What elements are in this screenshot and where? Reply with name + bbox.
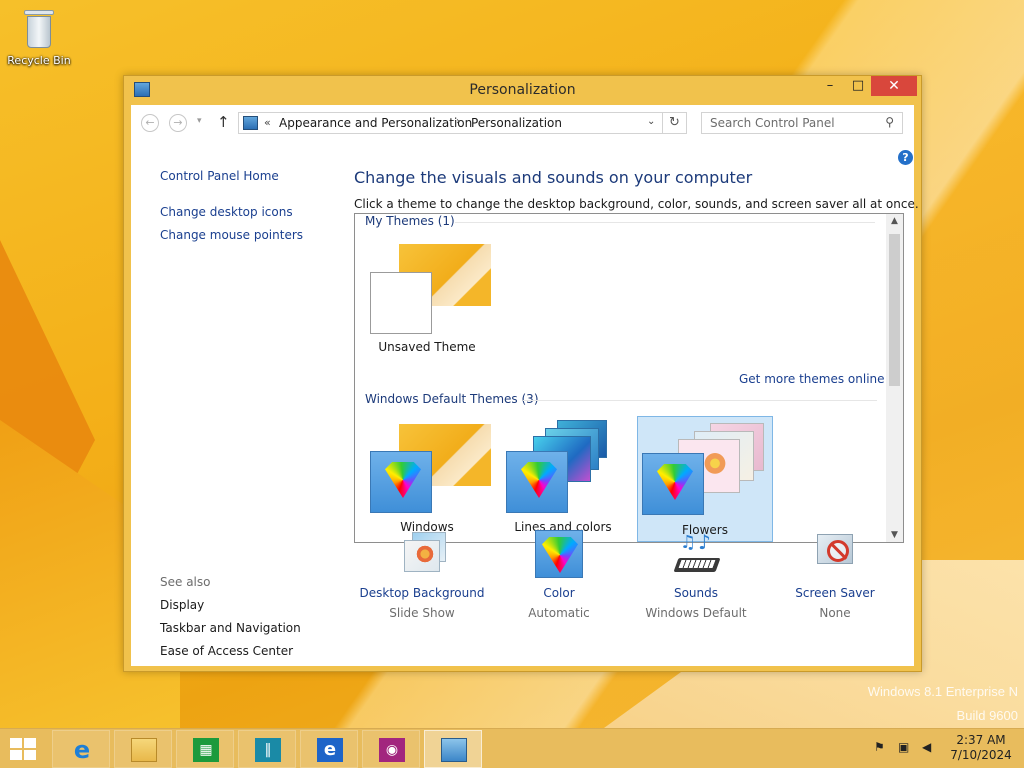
address-overflow-chevron[interactable]: « (264, 116, 271, 129)
network-icon[interactable]: ▣ (898, 740, 909, 754)
sounds-item[interactable]: ♫ ♪ Sounds Windows Default (626, 530, 766, 620)
taskbar-file-explorer[interactable] (114, 730, 172, 768)
taskbar-camera[interactable]: ◉ (362, 730, 420, 768)
screen-saver-label: Screen Saver (795, 586, 875, 600)
action-center-flag-icon[interactable]: ⚑ (874, 740, 885, 754)
recycle-bin[interactable]: Recycle Bin (6, 6, 72, 67)
color-value: Automatic (528, 606, 590, 620)
fork-knife-icon: ‖ (255, 738, 281, 762)
desktop-background-icon (398, 530, 446, 578)
taskbar-internet-explorer[interactable]: e (52, 730, 110, 768)
theme-color-swatch (370, 451, 432, 513)
refresh-button[interactable]: ↻ (663, 112, 687, 134)
see-also-heading: See also (160, 575, 211, 589)
personalization-window: Personalization – □ ✕ ← → ▾ ↑ « Appearan… (123, 75, 922, 672)
address-dropdown-icon[interactable]: ⌄ (647, 116, 655, 127)
sounds-label: Sounds (673, 586, 719, 600)
recent-locations-button[interactable]: ▾ (197, 116, 202, 126)
desktop-background-label: Desktop Background (359, 586, 485, 600)
theme-tile-unsaved[interactable]: Unsaved Theme (359, 232, 495, 358)
change-mouse-pointers-link[interactable]: Change mouse pointers (160, 228, 303, 242)
page-subtitle: Click a theme to change the desktop back… (354, 197, 919, 211)
default-themes-header: Windows Default Themes (3) (365, 392, 539, 406)
screen-saver-icon (811, 530, 859, 578)
search-placeholder: Search Control Panel (710, 116, 835, 130)
left-task-pane: Control Panel Home Change desktop icons … (131, 141, 341, 666)
theme-tile-flowers[interactable]: Flowers (637, 416, 773, 542)
clock-time: 2:37 AM (956, 733, 1006, 747)
color-fan-icon (657, 464, 693, 500)
os-watermark-build: Build 9600 (956, 708, 1018, 723)
os-watermark-edition: Windows 8.1 Enterprise N (867, 684, 1018, 699)
divider (455, 222, 875, 223)
store-icon: ▦ (193, 738, 219, 762)
screen-saver-value: None (819, 606, 851, 620)
control-panel-icon (441, 738, 467, 762)
theme-color-swatch (642, 453, 704, 515)
taskbar-control-panel[interactable] (424, 730, 482, 768)
window-client-area: ← → ▾ ↑ « Appearance and Personalization… (131, 105, 919, 666)
close-button[interactable]: ✕ (871, 76, 917, 96)
recycle-bin-label: Recycle Bin (7, 54, 71, 67)
taskbar-store[interactable]: ▦ (176, 730, 234, 768)
taskbar-food-app[interactable]: ‖ (238, 730, 296, 768)
theme-color-swatch (506, 451, 568, 513)
control-panel-home-link[interactable]: Control Panel Home (160, 169, 279, 183)
internet-explorer-icon: e (317, 738, 343, 762)
start-button[interactable] (10, 738, 38, 760)
volume-muted-icon[interactable]: ◀ (922, 740, 931, 754)
title-bar[interactable]: Personalization – □ ✕ (124, 76, 921, 104)
theme-color-swatch (370, 272, 432, 334)
screen-saver-item[interactable]: Screen Saver None (765, 530, 905, 620)
desktop-background-value: Slide Show (389, 606, 455, 620)
sounds-icon: ♫ ♪ (672, 530, 721, 578)
get-more-themes-link[interactable]: Get more themes online (739, 372, 885, 386)
maximize-button[interactable]: □ (844, 76, 872, 96)
color-fan-icon (542, 537, 578, 573)
theme-list-scrollbar[interactable]: ▲ ▼ (886, 214, 903, 542)
color-fan-icon (385, 462, 421, 498)
clock-date: 7/10/2024 (950, 748, 1012, 762)
theme-label: Unsaved Theme (378, 340, 476, 354)
internet-explorer-icon: e (73, 736, 91, 764)
folder-icon (131, 738, 157, 762)
search-icon[interactable]: ⚲ (885, 115, 894, 129)
color-item[interactable]: Color Automatic (489, 530, 629, 620)
theme-list[interactable]: My Themes (1) Unsaved Theme Get more the… (354, 213, 904, 543)
theme-tile-lines-and-colors[interactable]: Lines and colors (495, 412, 631, 538)
ease-of-access-link[interactable]: Ease of Access Center (160, 644, 293, 658)
color-label: Color (543, 586, 575, 600)
taskbar: e ▦ ‖ e ◉ ⚑ ▣ ◀ 2:37 AM 7/10/2024 (0, 728, 1024, 768)
back-button[interactable]: ← (141, 114, 159, 132)
color-icon (535, 530, 583, 578)
divider (523, 400, 877, 401)
window-title: Personalization (469, 82, 576, 98)
system-clock[interactable]: 2:37 AM 7/10/2024 (946, 733, 1016, 763)
theme-tile-windows[interactable]: Windows (359, 412, 495, 538)
display-link[interactable]: Display (160, 598, 204, 612)
my-themes-header: My Themes (1) (365, 214, 455, 228)
recycle-bin-icon (22, 6, 56, 50)
help-icon[interactable]: ? (898, 150, 913, 165)
minimize-button[interactable]: – (816, 76, 844, 96)
taskbar-navigation-link[interactable]: Taskbar and Navigation (160, 621, 301, 635)
navigation-bar: ← → ▾ ↑ « Appearance and Personalization… (131, 105, 914, 141)
breadcrumb-appearance[interactable]: Appearance and Personalization (279, 116, 472, 130)
breadcrumb-separator[interactable]: › (456, 116, 460, 127)
taskbar-internet-explorer-metro[interactable]: e (300, 730, 358, 768)
breadcrumb-personalization[interactable]: Personalization (471, 116, 562, 130)
camera-icon: ◉ (379, 738, 405, 762)
scrollbar-thumb[interactable] (889, 234, 900, 386)
control-panel-icon (243, 116, 258, 130)
desktop-background-item[interactable]: Desktop Background Slide Show (352, 530, 492, 620)
address-bar[interactable]: « Appearance and Personalization › Perso… (238, 112, 663, 134)
scroll-up-button[interactable]: ▲ (886, 216, 903, 226)
color-fan-icon (521, 462, 557, 498)
page-title: Change the visuals and sounds on your co… (354, 168, 753, 187)
change-desktop-icons-link[interactable]: Change desktop icons (160, 205, 293, 219)
up-button[interactable]: ↑ (217, 113, 230, 131)
sounds-value: Windows Default (645, 606, 747, 620)
forward-button[interactable]: → (169, 114, 187, 132)
search-input[interactable]: Search Control Panel ⚲ (701, 112, 903, 134)
